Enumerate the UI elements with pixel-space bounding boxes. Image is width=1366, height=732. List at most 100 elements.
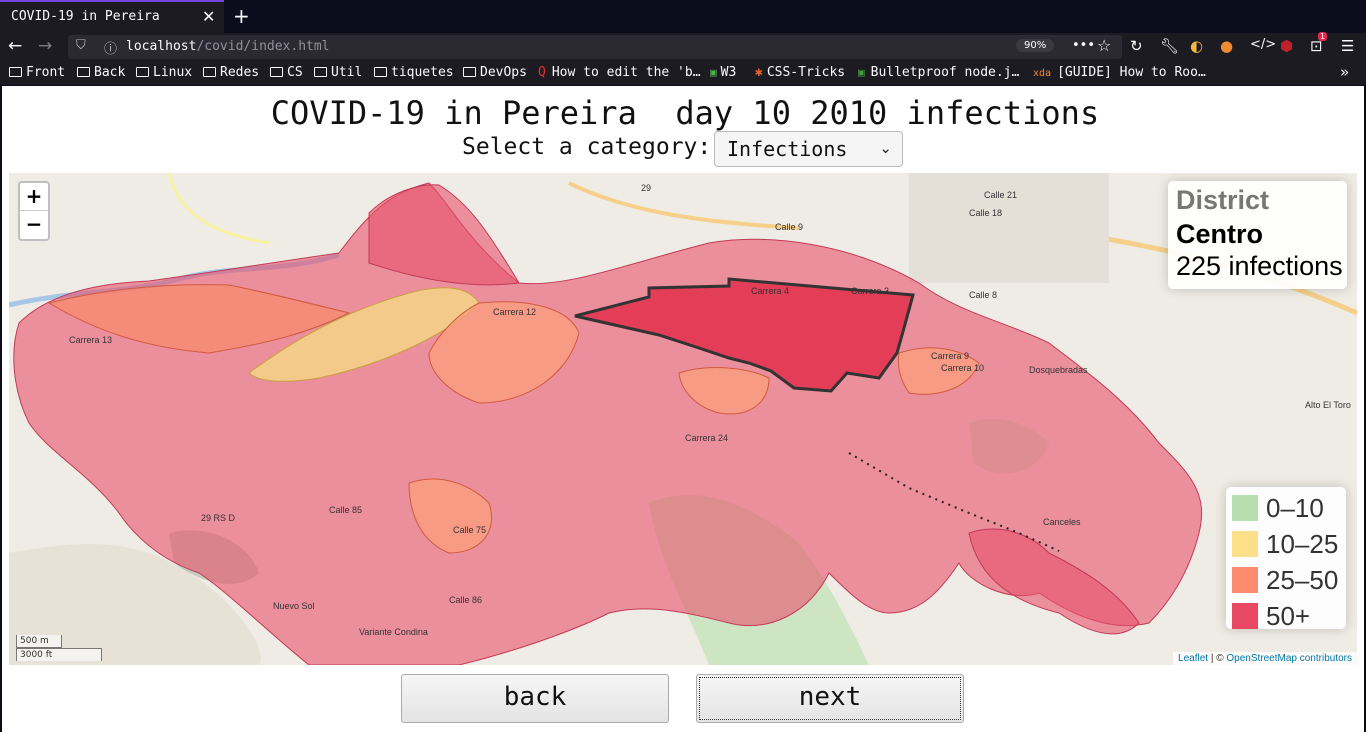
street-label: Carrera 9 bbox=[931, 351, 969, 361]
legend-swatch bbox=[1232, 567, 1258, 593]
map-canvas[interactable]: Calle 9 Carrera 4 Carrera 3 Calle 8 Call… bbox=[9, 173, 1357, 665]
folder-icon bbox=[270, 67, 283, 77]
new-tab-icon[interactable]: + bbox=[233, 4, 250, 28]
developer-tools-icon[interactable]: </> bbox=[1250, 37, 1276, 52]
legend-swatch bbox=[1232, 531, 1258, 557]
bookmark-star-icon[interactable]: ☆ bbox=[1097, 36, 1111, 55]
reload-icon[interactable]: ↻ bbox=[1130, 37, 1143, 55]
road-shield-label: 29 bbox=[641, 183, 651, 193]
firefox-container-icon[interactable]: ● bbox=[1220, 37, 1233, 55]
street-label: Calle 75 bbox=[453, 525, 486, 535]
folder-icon bbox=[463, 67, 476, 77]
map[interactable]: Calle 9 Carrera 4 Carrera 3 Calle 8 Call… bbox=[9, 173, 1357, 665]
forward-arrow-icon[interactable]: → bbox=[38, 36, 52, 56]
folder-icon bbox=[77, 67, 90, 77]
tab-strip: COVID-19 in Pereira ✕ + bbox=[0, 0, 1366, 33]
bookmarks-toolbar: Front Back Linux Redes CS Util tiquetes … bbox=[0, 61, 1366, 86]
extension-icon[interactable]: ◐ bbox=[1190, 37, 1203, 55]
bookmark-item[interactable]: CS bbox=[270, 65, 303, 80]
bookmark-item[interactable]: Q How to edit the 'b… bbox=[538, 65, 701, 80]
zoom-level[interactable]: 90% bbox=[1016, 39, 1055, 52]
url-host: localhost bbox=[126, 39, 197, 54]
street-label: Calle 86 bbox=[449, 595, 482, 605]
leaflet-link[interactable]: Leaflet bbox=[1178, 653, 1208, 664]
osm-link[interactable]: OpenStreetMap contributors bbox=[1226, 653, 1352, 664]
back-button[interactable]: back bbox=[401, 674, 669, 723]
close-tab-icon[interactable]: ✕ bbox=[202, 7, 215, 26]
wrench-icon[interactable]: 🔧︎ bbox=[1160, 37, 1179, 55]
map-attribution: Leaflet | © OpenStreetMap contributors bbox=[1173, 652, 1357, 665]
bookmark-item[interactable]: DevOps bbox=[463, 65, 527, 80]
page-actions-icon[interactable]: ••• bbox=[1072, 38, 1095, 53]
navigation-toolbar: ← → ⛉ ⓘ localhost/covid/index.html 90% •… bbox=[0, 32, 1366, 61]
shield-icon[interactable]: ⛉ bbox=[76, 38, 86, 53]
info-heading: District bbox=[1176, 185, 1270, 215]
street-label: Carrera 4 bbox=[751, 286, 789, 296]
place-label: Canceles bbox=[1043, 517, 1081, 527]
info-district-name: Centro bbox=[1176, 219, 1263, 249]
scale-bar: 500 m 3000 ft bbox=[16, 635, 102, 661]
district-info-panel: District Centro 225 infections bbox=[1168, 181, 1347, 289]
folder-icon bbox=[9, 67, 22, 77]
next-button[interactable]: next bbox=[696, 674, 964, 723]
xda-icon: xda bbox=[1033, 68, 1052, 79]
street-label: Carrera 24 bbox=[685, 433, 728, 443]
zoom-control: + − bbox=[18, 181, 50, 241]
street-label: Calle 21 bbox=[984, 190, 1017, 200]
place-label: Dosquebradas bbox=[1029, 365, 1088, 375]
category-label: Select a category: bbox=[462, 134, 712, 160]
category-select[interactable]: Infections ⌄ bbox=[714, 131, 903, 167]
bookmark-item[interactable]: Linux bbox=[136, 65, 192, 80]
road-shield-label: 29 RS D bbox=[201, 513, 236, 523]
legend-swatch bbox=[1232, 495, 1258, 521]
street-label: Carrera 10 bbox=[941, 363, 984, 373]
street-label: Carrera 12 bbox=[493, 307, 536, 317]
zoom-out-button[interactable]: − bbox=[20, 211, 48, 238]
css-tricks-icon: ✱ bbox=[755, 65, 763, 80]
w3-icon: ▣ bbox=[710, 66, 717, 79]
street-label: Calle 9 bbox=[775, 222, 803, 232]
place-label: Nuevo Sol bbox=[273, 601, 315, 611]
back-arrow-icon[interactable]: ← bbox=[8, 36, 22, 56]
folder-icon bbox=[374, 67, 387, 77]
page-title: COVID-19 in Pereira day 10 2010 infectio… bbox=[270, 94, 1100, 132]
info-district-value: 225 infections bbox=[1176, 251, 1343, 281]
street-label: Calle 8 bbox=[969, 290, 997, 300]
street-label: Variante Condina bbox=[359, 627, 428, 637]
tab-title: COVID-19 in Pereira bbox=[11, 9, 160, 24]
street-label: Calle 85 bbox=[329, 505, 362, 515]
bookmark-item[interactable]: Redes bbox=[203, 65, 259, 80]
bookmark-item[interactable]: ▣ Bulletproof node.j… bbox=[858, 65, 1019, 80]
folder-icon bbox=[136, 67, 149, 77]
active-tab[interactable]: COVID-19 in Pereira ✕ bbox=[0, 0, 224, 33]
page-content: COVID-19 in Pereira day 10 2010 infectio… bbox=[2, 86, 1364, 732]
bookmark-item[interactable]: xda [GUIDE] How to Roo… bbox=[1033, 65, 1206, 80]
bookmark-item[interactable]: Util bbox=[314, 65, 362, 80]
bookmark-item[interactable]: tiquetes bbox=[374, 65, 454, 80]
street-label: Carrera 13 bbox=[69, 335, 112, 345]
bookmark-item[interactable]: Front bbox=[9, 65, 65, 80]
extension-badge-icon[interactable]: ⊡ 1 bbox=[1310, 32, 1328, 55]
info-icon[interactable]: ⓘ bbox=[104, 38, 117, 57]
place-label: Alto El Toro bbox=[1305, 400, 1351, 410]
chevron-down-icon: ⌄ bbox=[879, 139, 892, 157]
folder-icon bbox=[203, 67, 216, 77]
more-bookmarks-icon[interactable]: » bbox=[1340, 63, 1349, 81]
bookmark-item[interactable]: ✱ CSS-Tricks bbox=[755, 65, 845, 80]
street-label: Calle 18 bbox=[969, 208, 1002, 218]
scale-metric: 500 m bbox=[16, 635, 62, 648]
site-icon: Q bbox=[538, 65, 546, 80]
category-selected-value: Infections bbox=[727, 137, 848, 161]
menu-icon[interactable]: ☰ bbox=[1341, 37, 1354, 55]
ublock-icon[interactable]: ⬢ bbox=[1280, 37, 1293, 55]
notification-badge: 1 bbox=[1318, 32, 1328, 41]
bookmark-item[interactable]: Back bbox=[77, 65, 125, 80]
bookmark-item[interactable]: ▣ W3 bbox=[710, 65, 736, 80]
street-label: Carrera 3 bbox=[851, 286, 889, 296]
address-bar[interactable]: ⛉ ⓘ localhost/covid/index.html 90% ••• ☆ bbox=[68, 35, 1122, 59]
url-path: /covid/index.html bbox=[196, 39, 330, 54]
zoom-in-button[interactable]: + bbox=[20, 183, 48, 211]
url-text: localhost/covid/index.html bbox=[126, 39, 330, 54]
scale-imperial: 3000 ft bbox=[16, 648, 102, 661]
map-legend: 0–10 10–25 25–50 50+ bbox=[1226, 487, 1346, 631]
